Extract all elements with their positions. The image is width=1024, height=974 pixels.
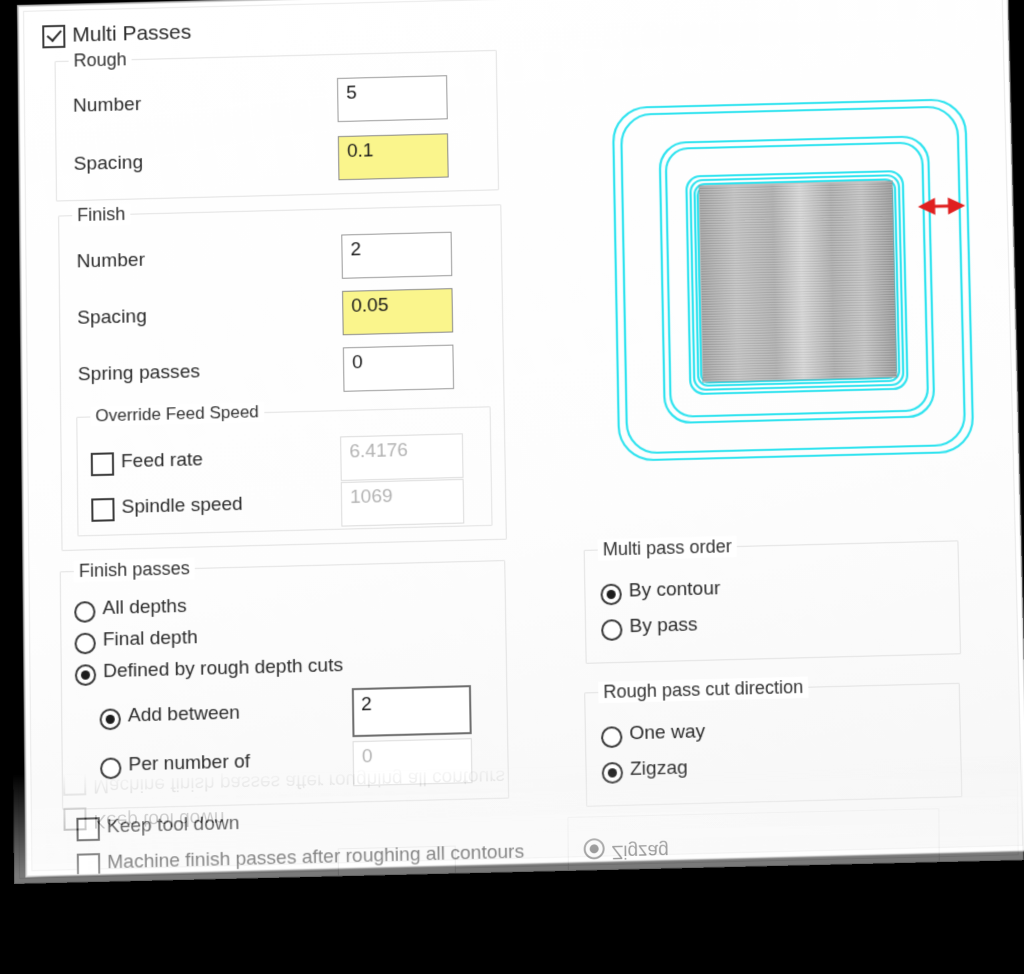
feed-rate-input[interactable]: 6.4176 [340,433,464,482]
reflection-keep-tool-down-label: Keep tool down [93,807,225,832]
spindle-speed-label: Spindle speed [121,493,243,519]
rough-spacing-label: Spacing [73,152,144,175]
reflection-machine-finish-checkbox [63,772,87,796]
dialog-reflection: One way Zigzag Keep tool down Machine fi… [13,750,1024,884]
finish-passes-title: Finish passes [73,557,195,583]
multi-pass-order-label-by-pass: By pass [629,614,698,638]
spindle-speed-input[interactable]: 1069 [340,478,465,527]
finish-number-label: Number [76,249,146,273]
reflection-radio-one-way [583,873,606,884]
multi-pass-order-title: Multi pass order [597,535,738,561]
add-between-label: Add between [127,702,241,727]
rough-group: Rough [54,49,500,202]
finish-pass-label-all-depths: All depths [102,595,187,620]
reflection-label-one-way: One way [612,873,687,884]
rough-pass-cut-direction-title: Rough pass cut direction [598,676,809,704]
rough-number-label: Number [72,93,142,117]
multi-passes-checkbox[interactable] [42,24,66,49]
rough-group-title: Rough [68,49,132,72]
spindle-speed-checkbox[interactable] [91,497,115,522]
workpiece-metal-surface [699,181,897,382]
spring-passes-label: Spring passes [77,361,201,386]
reflection-per-number-of-input [337,845,457,884]
screenshot-stage: Multi Passes Rough Number 5 Spacing 0.1 … [0,0,1024,974]
rough-spacing-input[interactable]: 0.1 [337,133,449,181]
reflection-keep-tool-down-checkbox [63,807,87,831]
toolpath-preview [601,82,1001,485]
finish-pass-label-final-depth: Final depth [102,626,198,651]
spacing-dimension-arrow [921,200,961,213]
feed-rate-checkbox[interactable] [90,452,115,477]
rough-number-input[interactable]: 5 [337,75,448,123]
finish-spacing-input[interactable]: 0.05 [342,288,454,336]
feed-rate-label: Feed rate [120,449,204,473]
override-feed-speed-title: Override Feed Speed [90,401,265,427]
reflection-label-zigzag: Zigzag [611,839,669,862]
finish-group-title: Finish [72,203,131,227]
add-between-input[interactable]: 2 [351,685,472,738]
multi-passes-dialog: Multi Passes Rough Number 5 Spacing 0.1 … [18,0,1024,877]
multi-passes-label: Multi Passes [72,20,192,47]
finish-spacing-label: Spacing [77,305,148,329]
rough-cut-direction-label-one-way: One way [629,720,706,745]
spring-passes-input[interactable]: 0 [342,344,455,392]
finish-number-input[interactable]: 2 [341,231,453,279]
multi-pass-order-label-by-contour: By contour [628,577,721,602]
